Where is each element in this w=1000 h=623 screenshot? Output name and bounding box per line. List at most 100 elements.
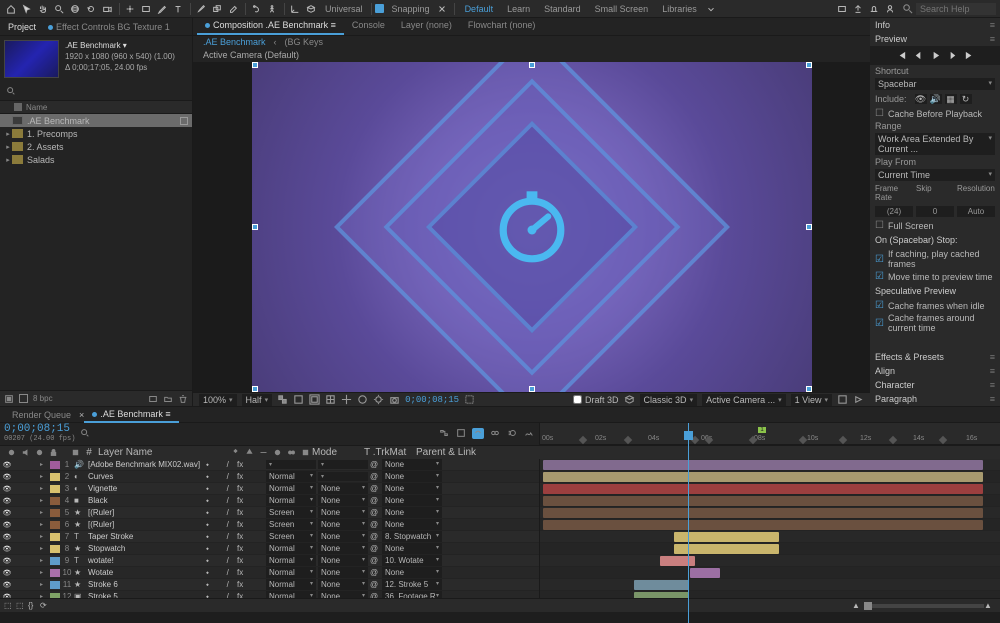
search-help-input[interactable] — [916, 3, 996, 15]
layer-bar-track[interactable] — [540, 519, 1000, 531]
layer-name[interactable]: wotate! — [86, 556, 206, 565]
rect-tool-icon[interactable] — [139, 2, 153, 16]
include-audio-icon[interactable]: 🔊 — [930, 94, 942, 104]
layer-row[interactable]: ▸ 1 🔊 [Adobe Benchmark MIX02.wav] ⬩/fx @… — [0, 459, 539, 471]
fullscreen-checkbox[interactable]: Full Screen — [870, 219, 1000, 232]
skip-dropdown[interactable]: 0 — [916, 206, 954, 217]
render-time-icon[interactable]: ⟳ — [40, 601, 52, 610]
paragraph-panel-header[interactable]: Paragraph — [870, 392, 1000, 406]
layer-bar-track[interactable] — [540, 471, 1000, 483]
current-time-indicator[interactable] — [688, 423, 689, 623]
movetime-checkbox[interactable]: Move time to preview time — [870, 270, 1000, 283]
layer-row[interactable]: ▸ 3 ◐ Vignette ⬩/fx Normal None @ None — [0, 483, 539, 495]
layer-row[interactable]: ▸ 5 ★ [(Ruler] ⬩/fx Screen None @ None — [0, 507, 539, 519]
search-icon[interactable] — [80, 428, 90, 438]
layer-label-color[interactable] — [50, 569, 60, 577]
project-item-folder[interactable]: ▸2. Assets — [0, 140, 192, 153]
layer-duration-bar[interactable] — [690, 568, 720, 578]
visibility-toggle[interactable] — [0, 581, 14, 589]
pickwhip-icon[interactable]: @ — [370, 520, 382, 529]
workspace-libraries[interactable]: Libraries — [662, 4, 697, 14]
view-layout-icon[interactable] — [837, 394, 848, 405]
next-frame-icon[interactable] — [947, 50, 958, 61]
pickwhip-icon[interactable]: @ — [370, 580, 382, 589]
graph-editor-icon[interactable] — [523, 428, 535, 439]
layer-bar-track[interactable] — [540, 507, 1000, 519]
bit-depth-label[interactable]: 8 bpc — [33, 394, 53, 403]
layer-bar-track[interactable] — [540, 555, 1000, 567]
layer-label-color[interactable] — [50, 497, 60, 505]
include-video-icon[interactable]: 👁 — [915, 94, 927, 104]
parent-dropdown[interactable]: None — [382, 567, 442, 578]
tab-effect-controls[interactable]: Effect Controls BG Texture 1 — [42, 19, 176, 35]
resolution-dropdown[interactable]: Auto — [957, 206, 995, 217]
blend-mode-dropdown[interactable]: Normal — [266, 495, 316, 506]
draft3d-checkbox[interactable] — [573, 395, 582, 404]
orbit-tool-icon[interactable] — [68, 2, 82, 16]
track-matte-dropdown[interactable]: None — [318, 555, 368, 566]
cachearound-checkbox[interactable]: Cache frames around current time — [870, 312, 1000, 334]
visibility-toggle[interactable] — [0, 509, 14, 517]
frameblend-icon[interactable] — [489, 428, 501, 439]
share-icon[interactable] — [851, 2, 865, 16]
blend-mode-dropdown[interactable]: Normal — [266, 591, 316, 598]
interpret-icon[interactable] — [4, 394, 14, 404]
layer-bar-track[interactable] — [540, 579, 1000, 591]
track-matte-dropdown[interactable]: None — [318, 531, 368, 542]
tab-render-queue[interactable]: Render Queue — [4, 408, 79, 422]
blend-mode-dropdown[interactable]: Screen — [266, 519, 316, 530]
workspace-standard[interactable]: Standard — [544, 4, 581, 14]
channel-icon[interactable] — [357, 394, 368, 405]
text-tool-icon[interactable] — [171, 2, 185, 16]
blend-mode-dropdown[interactable]: Normal — [266, 471, 316, 482]
view-dropdown[interactable]: 1 View — [791, 394, 832, 406]
transparency-icon[interactable] — [277, 394, 288, 405]
zoom-in-icon[interactable]: ▲ — [984, 601, 996, 610]
tab-flowchart[interactable]: Flowchart (none) — [460, 17, 544, 35]
blend-mode-dropdown[interactable]: Normal — [266, 555, 316, 566]
grid-3d-icon[interactable] — [304, 2, 318, 16]
layer-name[interactable]: [(Ruler] — [86, 520, 206, 529]
workspace-smallscreen[interactable]: Small Screen — [595, 4, 649, 14]
shy-icon[interactable] — [472, 428, 484, 439]
tab-timeline-comp[interactable]: .AE Benchmark ≡ — [84, 407, 178, 423]
layer-name[interactable]: Wotate — [86, 568, 206, 577]
track-matte-dropdown[interactable]: None — [318, 591, 368, 598]
layer-row[interactable]: ▸ 12 ▣ Stroke 5 ⬩/fx Normal None @ 36. F… — [0, 591, 539, 598]
visibility-toggle[interactable] — [0, 533, 14, 541]
color-swatch[interactable] — [19, 394, 28, 403]
cacheidle-checkbox[interactable]: Cache frames when idle — [870, 299, 1000, 312]
layer-label-color[interactable] — [50, 509, 60, 517]
layer-row[interactable]: ▸ 2 ◐ Curves ⬩/fx Normal @ None — [0, 471, 539, 483]
loop-icon[interactable]: ↻ — [960, 94, 972, 104]
clone-tool-icon[interactable] — [210, 2, 224, 16]
tab-console[interactable]: Console — [344, 17, 393, 35]
layer-duration-bar[interactable] — [634, 592, 689, 598]
layer-label-color[interactable] — [50, 581, 60, 589]
layer-bar-track[interactable] — [540, 483, 1000, 495]
snap-opt-icon[interactable] — [435, 2, 449, 16]
new-folder-icon[interactable] — [163, 394, 173, 404]
parent-dropdown[interactable]: None — [382, 483, 442, 494]
layer-duration-bar[interactable] — [674, 532, 779, 542]
layer-name[interactable]: Black — [86, 496, 206, 505]
blend-mode-dropdown[interactable]: Screen — [266, 531, 316, 542]
layer-duration-bar[interactable] — [543, 496, 983, 506]
blend-mode-dropdown[interactable]: Normal — [266, 543, 316, 554]
layer-label-color[interactable] — [50, 521, 60, 529]
blend-mode-dropdown[interactable]: Screen — [266, 507, 316, 518]
workspace-learn[interactable]: Learn — [507, 4, 530, 14]
roto-tool-icon[interactable] — [249, 2, 263, 16]
timeline-timecode[interactable]: 0;00;08;15 — [4, 423, 75, 435]
include-overlay-icon[interactable]: ▦ — [945, 94, 957, 104]
pickwhip-icon[interactable]: @ — [370, 496, 382, 505]
blend-mode-dropdown[interactable]: Normal — [266, 483, 316, 494]
tab-project[interactable]: Project — [2, 19, 42, 35]
zoom-dropdown[interactable]: 100% — [199, 394, 237, 406]
layer-name[interactable]: Stroke 6 — [86, 580, 206, 589]
layer-label-color[interactable] — [50, 461, 60, 469]
rotate-tool-icon[interactable] — [84, 2, 98, 16]
new-comp-icon[interactable] — [148, 394, 158, 404]
pen-tool-icon[interactable] — [155, 2, 169, 16]
visibility-toggle[interactable] — [0, 485, 14, 493]
